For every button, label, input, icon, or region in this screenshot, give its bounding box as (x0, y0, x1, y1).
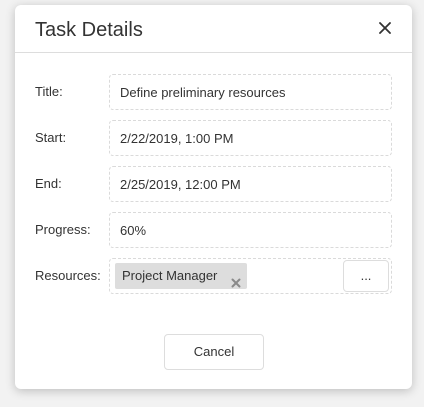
progress-label: Progress: (35, 222, 91, 237)
start-row: Start: 2/22/2019, 1:00 PM (15, 120, 412, 156)
progress-value: 60% (120, 223, 147, 238)
title-value: Define preliminary resources (120, 85, 286, 100)
title-row: Title: Define preliminary resources (15, 74, 412, 110)
progress-row: Progress: 60% (15, 212, 412, 248)
close-button[interactable] (374, 17, 396, 39)
dialog-title: Task Details (35, 19, 143, 41)
start-date-field[interactable]: 2/22/2019, 1:00 PM (109, 120, 392, 156)
start-value: 2/22/2019, 1:00 PM (120, 131, 234, 146)
resources-ellipsis-button[interactable]: ... (343, 260, 389, 292)
cancel-button[interactable]: Cancel (164, 334, 264, 370)
resource-tag-label: Project Manager (122, 268, 218, 283)
end-label: End: (35, 176, 62, 191)
start-label: Start: (35, 130, 67, 145)
title-label: Title: (35, 84, 63, 99)
resources-field[interactable]: Project Manager ... (109, 258, 392, 294)
end-value: 2/25/2019, 12:00 PM (120, 177, 241, 192)
end-date-field[interactable]: 2/25/2019, 12:00 PM (109, 166, 392, 202)
close-icon (379, 22, 391, 34)
end-row: End: 2/25/2019, 12:00 PM (15, 166, 412, 202)
resource-tag: Project Manager (115, 263, 248, 289)
remove-tag-icon[interactable] (231, 271, 241, 288)
resources-label: Resources: (35, 268, 101, 283)
task-details-dialog: Task Details Title: Define preliminary r… (15, 5, 412, 389)
dialog-header: Task Details (15, 5, 412, 53)
title-field[interactable]: Define preliminary resources (109, 74, 392, 110)
progress-field[interactable]: 60% (109, 212, 392, 248)
resources-row: Resources: Project Manager ... (15, 258, 412, 294)
